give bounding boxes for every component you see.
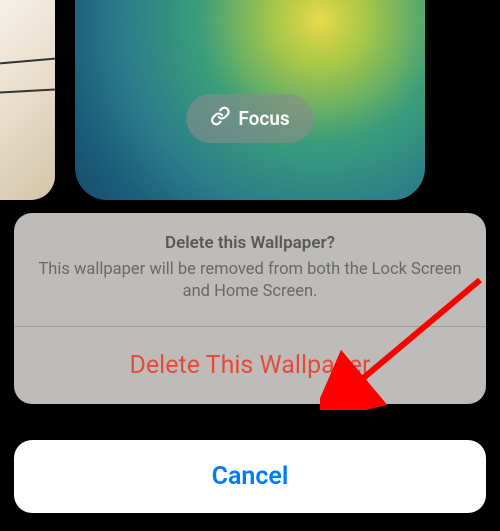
action-sheet-header: Delete this Wallpaper? This wallpaper wi… [14, 213, 486, 327]
wallpaper-preview-main[interactable]: Focus [75, 0, 425, 200]
cancel-button[interactable]: Cancel [14, 440, 486, 513]
focus-label: Focus [238, 107, 289, 130]
action-sheet-message: This wallpaper will be removed from both… [38, 259, 462, 304]
action-sheet-title: Delete this Wallpaper? [38, 233, 462, 253]
wallpaper-preview-left[interactable] [0, 0, 55, 200]
link-icon [210, 106, 230, 131]
delete-wallpaper-button[interactable]: Delete This Wallpaper [14, 327, 486, 404]
action-sheet: Delete this Wallpaper? This wallpaper wi… [14, 213, 486, 404]
focus-button[interactable]: Focus [186, 94, 313, 143]
